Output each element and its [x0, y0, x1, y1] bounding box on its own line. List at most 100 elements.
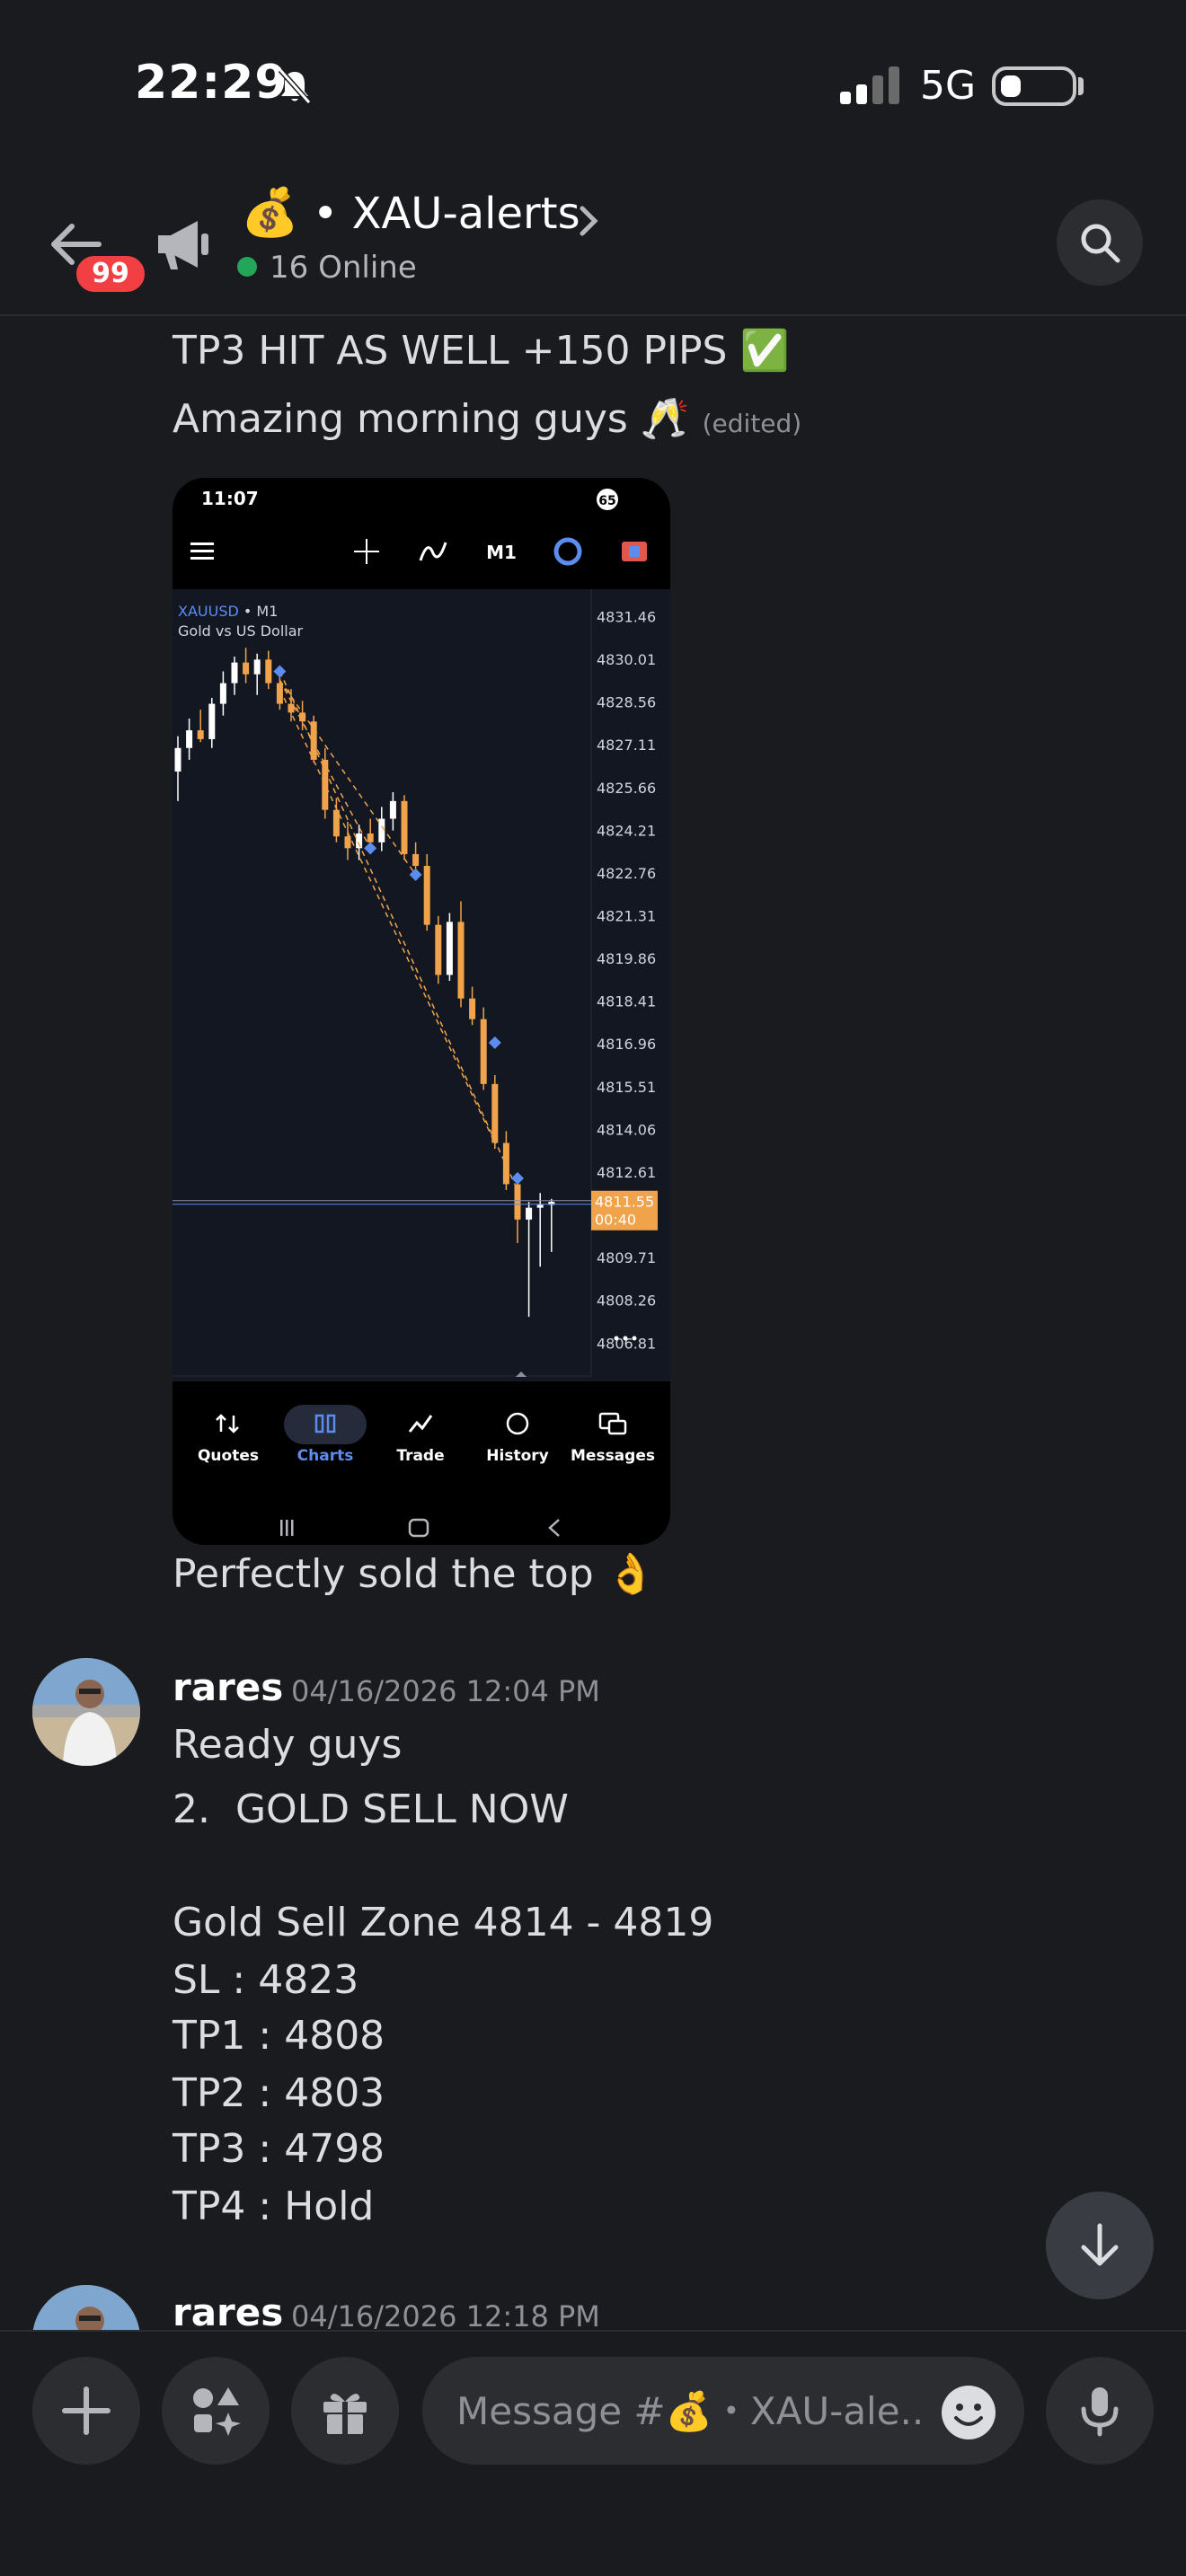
battery-icon — [992, 66, 1076, 106]
status-time: 22:29 — [135, 56, 288, 110]
candle-body — [457, 922, 465, 999]
message-line: Amazing morning guys 🥂 (edited) — [173, 396, 802, 442]
channel-name: • XAU-alerts — [313, 189, 580, 239]
candle-body — [367, 833, 374, 842]
mt5-nav-label: Charts — [297, 1447, 354, 1465]
author-name[interactable]: rares — [173, 2290, 283, 2330]
price-tick-label: 4815.51 — [597, 1079, 656, 1096]
status-bar: 22:29 5G — [0, 0, 1186, 171]
candle-body — [536, 1204, 544, 1208]
network-type: 5G — [920, 63, 977, 109]
battery-nub — [1078, 77, 1084, 95]
candle-body — [389, 800, 396, 819]
bell-off-icon — [278, 68, 312, 104]
author-name[interactable]: rares — [173, 1665, 283, 1709]
jump-to-latest-button[interactable] — [1046, 2192, 1154, 2299]
avatar-photo-icon — [32, 1658, 140, 1766]
message-line: TP2 : 4803 — [173, 2070, 385, 2116]
candle-body — [435, 924, 442, 975]
channel-title[interactable]: 💰 • XAU-alerts — [241, 185, 580, 240]
candle-countdown: 00:40 — [595, 1212, 636, 1229]
apps-icon — [193, 2387, 241, 2436]
message-line: TP1 : 4808 — [173, 2013, 385, 2059]
candle-body — [253, 659, 261, 675]
price-tick-label: 4818.41 — [597, 993, 656, 1010]
candle-body — [491, 1083, 499, 1143]
candle-body — [423, 866, 430, 925]
more-options-icon — [632, 1336, 637, 1341]
hamburger-icon — [190, 557, 214, 560]
candle-body — [502, 1142, 509, 1185]
search-button[interactable] — [1057, 199, 1143, 286]
message-line: TP3 HIT AS WELL +150 PIPS ✅ — [173, 328, 790, 374]
voice-message-button[interactable] — [1046, 2357, 1154, 2465]
message-line: Gold Sell Zone 4814 - 4819 — [173, 1900, 714, 1945]
price-tick-label: 4816.96 — [597, 1036, 656, 1053]
candle-body — [265, 659, 272, 684]
mt5-nav-label: Trade — [396, 1447, 444, 1465]
inner-battery-level: 65 — [598, 494, 615, 508]
candle-body — [231, 662, 238, 684]
candle-body — [332, 809, 340, 837]
price-tick-label: 4812.61 — [597, 1164, 656, 1181]
candle-body — [208, 703, 216, 739]
message-feed[interactable]: TP3 HIT AS WELL +150 PIPS ✅ Amazing morn… — [0, 318, 1186, 2330]
candle-body — [526, 1207, 533, 1220]
message-composer — [0, 2330, 1186, 2576]
mt5-nav-label: History — [486, 1447, 548, 1465]
candle-body — [401, 800, 408, 854]
unread-badge: 99 — [72, 251, 149, 296]
gift-icon — [323, 2394, 367, 2434]
price-tick-label: 4825.66 — [597, 780, 656, 797]
signal-icon — [840, 66, 899, 104]
online-dot — [237, 257, 257, 277]
online-count: 16 Online — [270, 250, 417, 286]
symbol-description: Gold vs US Dollar — [178, 622, 304, 640]
more-options-icon — [623, 1336, 628, 1341]
inner-status-time: 11:07 — [201, 488, 259, 509]
candle-body — [197, 730, 204, 739]
trade-toggle-icon — [629, 546, 640, 557]
candle-body — [310, 721, 317, 760]
candle-body — [174, 747, 181, 772]
hamburger-icon — [190, 543, 214, 545]
mt5-nav-label: Messages — [571, 1447, 655, 1465]
hamburger-icon — [190, 550, 214, 552]
recents-icon — [280, 1520, 283, 1536]
timeframe-label: M1 — [486, 542, 517, 563]
message-timestamp: 04/16/2026 12:18 PM — [291, 2299, 600, 2330]
arrow-down-icon — [1081, 2223, 1119, 2266]
candle-body — [344, 836, 351, 849]
message-line: SL : 4823 — [173, 1957, 359, 2003]
plus-icon — [62, 2386, 111, 2435]
price-tick-label: 4809.71 — [597, 1249, 656, 1266]
message-input[interactable] — [422, 2357, 1024, 2465]
message-line: Ready guys — [173, 1722, 403, 1768]
chart-background — [173, 589, 670, 1416]
price-tick-label: 4827.11 — [597, 737, 656, 754]
message-timestamp: 04/16/2026 12:04 PM — [291, 1674, 600, 1708]
image-attachment[interactable]: 11:07 65 M1 4831.46 4830.01 4828.56 4827.11 482… — [173, 478, 670, 1545]
candle-body — [446, 922, 453, 975]
more-options-icon — [614, 1336, 619, 1341]
recents-icon — [286, 1520, 288, 1536]
megaphone-icon — [158, 221, 208, 269]
candle-body — [219, 683, 226, 704]
add-attachment-button[interactable] — [32, 2357, 140, 2465]
candle-body — [412, 853, 420, 867]
message-line: Perfectly sold the top 👌 — [173, 1551, 656, 1597]
price-tick-label: 4821.31 — [597, 907, 656, 924]
symbol-label: XAUUSD • M1 — [178, 603, 278, 620]
price-tick-label: 4822.76 — [597, 865, 656, 882]
mt5-screenshot: 11:07 65 M1 4831.46 4830.01 4828.56 4827.11 482… — [173, 478, 670, 1545]
price-tick-label: 4808.26 — [597, 1292, 656, 1310]
gift-button[interactable] — [291, 2357, 399, 2465]
chevron-right-icon[interactable] — [575, 203, 602, 239]
emoji-picker-icon[interactable] — [940, 2384, 997, 2441]
current-price-label: 4811.55 — [595, 1194, 654, 1211]
price-tick-label: 4814.06 — [597, 1121, 656, 1138]
price-tick-label: 4819.86 — [597, 950, 656, 967]
avatar[interactable] — [32, 2285, 140, 2330]
apps-button[interactable] — [162, 2357, 270, 2465]
avatar[interactable] — [32, 1658, 140, 1766]
